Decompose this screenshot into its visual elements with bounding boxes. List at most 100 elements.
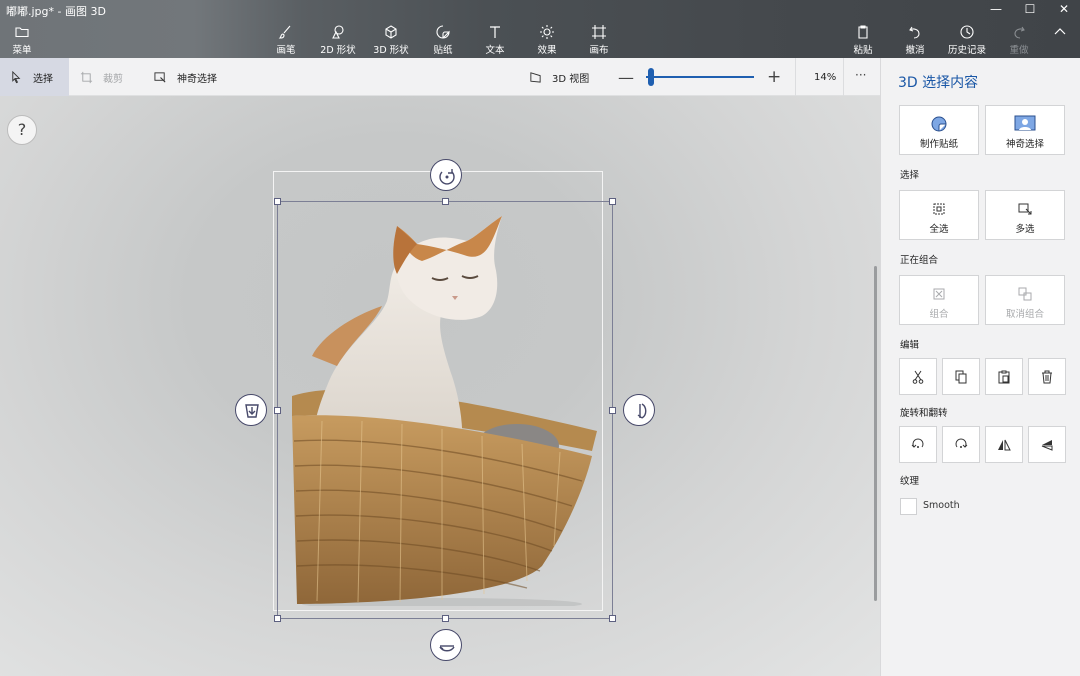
copy-button[interactable] (942, 358, 980, 395)
ungroup-icon (1018, 287, 1032, 301)
folder-icon (15, 27, 29, 38)
flip-horizontal-icon (998, 439, 1011, 451)
make-sticker-icon (931, 116, 947, 132)
window-title: 嘟嘟.jpg* - 画图 3D (6, 5, 106, 18)
delete-icon (1042, 370, 1052, 384)
tool-brush[interactable]: 画笔 (262, 24, 310, 58)
tool-3d-shapes[interactable]: 3D 形状 (367, 24, 415, 58)
text-icon (490, 26, 500, 38)
depth-handle[interactable] (235, 394, 267, 426)
effects-icon (540, 25, 554, 39)
paste-icon (858, 25, 868, 39)
magic-select-button[interactable]: 神奇选择 (154, 58, 217, 96)
3d-shapes-icon (385, 25, 397, 39)
title-toolbar: 嘟嘟.jpg* - 画图 3D — ☐ ✕ 菜单 画笔 2D 形状 3D 形状 … (0, 0, 1080, 58)
selection-box[interactable] (277, 201, 613, 619)
cut-icon (912, 370, 924, 384)
make-sticker-button[interactable]: 制作贴纸 (899, 105, 979, 155)
group-section-label: 正在组合 (900, 255, 939, 266)
rotate-z-handle[interactable] (430, 159, 462, 191)
zoom-percent-label[interactable]: 14% (814, 58, 836, 96)
resize-handle[interactable] (442, 198, 449, 205)
select-section-label: 选择 (900, 170, 920, 181)
rotate-icon (439, 169, 455, 185)
cut-button[interactable] (899, 358, 937, 395)
rotate-left-icon (911, 438, 924, 448)
rotate-x-handle[interactable] (430, 629, 462, 661)
smooth-label: Smooth (923, 500, 960, 511)
resize-handle[interactable] (609, 407, 616, 414)
3d-view-toggle[interactable]: 3D 视图 (529, 58, 589, 96)
magic-select-icon (154, 71, 166, 83)
rotate-right-button[interactable] (942, 426, 980, 463)
rotate-left-button[interactable] (899, 426, 937, 463)
flip-vertical-icon (1041, 440, 1053, 451)
resize-handle[interactable] (274, 198, 281, 205)
redo-button[interactable]: 重做 (995, 24, 1043, 58)
3d-view-icon (530, 71, 541, 83)
history-button[interactable]: 历史记录 (943, 24, 991, 58)
select-all-icon (933, 203, 945, 215)
flip-vertical-button[interactable] (1028, 426, 1066, 463)
edit-section-label: 编辑 (900, 340, 920, 351)
minimize-icon[interactable]: — (978, 0, 1014, 20)
tool-canvas[interactable]: 画布 (575, 24, 623, 58)
zoom-in-button[interactable]: + (767, 58, 781, 96)
resize-handle[interactable] (442, 615, 449, 622)
help-button[interactable]: ? (7, 115, 37, 145)
group-icon (933, 288, 945, 300)
zoom-out-button[interactable]: — (618, 58, 634, 96)
ungroup-button[interactable]: 取消组合 (985, 275, 1065, 325)
rotate-section-label: 旋转和翻转 (900, 408, 948, 419)
divider (843, 58, 844, 96)
resize-handle[interactable] (609, 615, 616, 622)
multi-select-button[interactable]: 多选 (985, 190, 1065, 240)
crop-tool-button[interactable]: 裁剪 (80, 58, 123, 96)
delete-button[interactable] (1028, 358, 1066, 395)
copy-icon (955, 370, 967, 384)
close-icon[interactable]: ✕ (1046, 0, 1080, 20)
select-all-button[interactable]: 全选 (899, 190, 979, 240)
tool-2d-shapes[interactable]: 2D 形状 (314, 24, 362, 58)
menu-button[interactable]: 菜单 (0, 24, 46, 58)
undo-icon (909, 26, 920, 39)
crop-icon (80, 71, 93, 83)
collapse-toolbar-button[interactable] (1040, 24, 1080, 58)
tool-text[interactable]: 文本 (471, 24, 519, 58)
tool-effects[interactable]: 效果 (523, 24, 571, 58)
cursor-icon (12, 70, 21, 83)
history-icon (960, 25, 974, 39)
sticker-icon (436, 25, 450, 39)
undo-button[interactable]: 撤消 (891, 24, 939, 58)
rotate-right-icon (955, 438, 968, 448)
panel-magic-select-button[interactable]: 神奇选择 (985, 105, 1065, 155)
redo-icon (1014, 26, 1025, 39)
2d-shapes-icon (332, 25, 344, 39)
zoom-slider-track[interactable] (646, 76, 754, 78)
rotate-y-handle[interactable] (623, 394, 655, 426)
zoom-slider-thumb[interactable] (648, 68, 654, 86)
tool-sticker[interactable]: 贴纸 (419, 24, 467, 58)
group-button[interactable]: 组合 (899, 275, 979, 325)
divider (795, 58, 796, 96)
resize-handle[interactable] (609, 198, 616, 205)
chevron-up-icon (1054, 28, 1066, 35)
properties-panel: 3D 选择内容 制作贴纸 神奇选择 选择 全选 多选 正在组合 组合 取消组合 … (880, 58, 1080, 676)
vertical-scrollbar[interactable] (874, 266, 877, 601)
drawing-canvas[interactable]: ? (0, 96, 880, 676)
paste-button[interactable]: 粘贴 (839, 24, 887, 58)
select-tool-button[interactable]: 选择 (0, 58, 69, 96)
panel-paste-button[interactable] (985, 358, 1023, 395)
push-depth-icon (245, 404, 259, 418)
canvas-icon (592, 25, 606, 39)
smooth-checkbox[interactable] (900, 498, 917, 515)
magic-select-icon (1014, 115, 1036, 131)
resize-handle[interactable] (274, 615, 281, 622)
resize-handle[interactable] (274, 407, 281, 414)
maximize-icon[interactable]: ☐ (1012, 0, 1048, 20)
panel-title: 3D 选择内容 (898, 75, 979, 91)
multi-select-icon (1018, 203, 1032, 215)
flip-horizontal-button[interactable] (985, 426, 1023, 463)
brush-icon (278, 25, 291, 39)
more-options-button[interactable]: ··· (855, 56, 866, 94)
